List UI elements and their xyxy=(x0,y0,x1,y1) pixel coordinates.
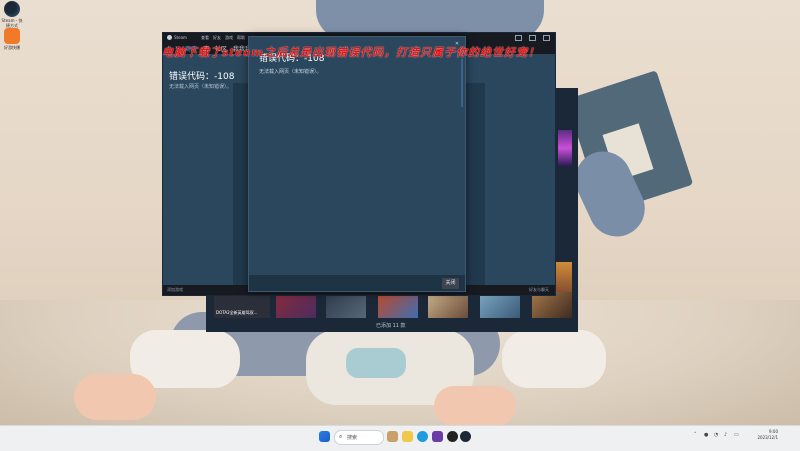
widgets-icon[interactable] xyxy=(387,431,398,442)
taskbar: ⌕ 搜索 ˄ ● ◔ ♪ ▭ 9:00 2023/12/1 xyxy=(0,425,800,451)
desktop-icon-steam[interactable]: Steam - 快捷方式 xyxy=(1,1,23,28)
close-button[interactable] xyxy=(543,35,550,41)
desktop-icon-label: Steam - 快捷方式 xyxy=(1,18,23,28)
search-icon: ⌕ xyxy=(339,433,343,440)
wallpaper-right-sleeve xyxy=(502,330,606,388)
store-footer-text: 已添加 11 款 xyxy=(376,323,406,329)
media-icon[interactable] xyxy=(447,431,458,442)
wifi-icon[interactable]: ◔ xyxy=(714,432,718,438)
search-input[interactable]: ⌕ 搜索 xyxy=(334,430,384,445)
store-tile-caption: DOTA2全新英雄驾驭... xyxy=(216,310,258,315)
tray-app-icon[interactable]: ● xyxy=(704,432,708,438)
menu-games[interactable]: 游戏 xyxy=(225,35,233,41)
close-button[interactable]: 关闭 xyxy=(442,278,459,289)
search-label: 搜索 xyxy=(347,435,358,441)
maximize-button[interactable] xyxy=(529,35,536,41)
steam-icon xyxy=(4,1,20,17)
dialog-message: 无法载入网页（未知错误）。 xyxy=(259,69,322,75)
friends-chat-button[interactable]: 好友与聊天 xyxy=(529,287,549,293)
featured-art xyxy=(558,130,572,166)
scrollbar[interactable] xyxy=(461,59,463,107)
desktop-icon-label: 好游快爆 xyxy=(4,45,20,50)
dialog-footer: 关闭 xyxy=(249,275,465,291)
chevron-up-icon[interactable]: ˄ xyxy=(694,432,697,438)
menu-friends[interactable]: 好友 xyxy=(213,35,221,41)
error-code-title: 错误代码：-108 xyxy=(169,72,235,82)
desktop-icon-app[interactable]: 好游快爆 xyxy=(1,28,23,50)
wallpaper-left-hand xyxy=(74,374,156,420)
battery-icon[interactable]: ▭ xyxy=(734,432,739,438)
wallpaper-collar xyxy=(346,348,406,378)
app-icon[interactable] xyxy=(432,431,443,442)
add-game-button[interactable]: 添加游戏 xyxy=(167,287,183,293)
minimize-button[interactable] xyxy=(515,35,522,41)
error-message: 无法载入网页（未知错误）。 xyxy=(169,84,232,90)
edge-browser-icon[interactable] xyxy=(417,431,428,442)
file-explorer-icon[interactable] xyxy=(402,431,413,442)
wallpaper-right-hand xyxy=(434,386,516,426)
error-dialog: ✕ 错误代码：-108 无法载入网页（未知错误）。 关闭 xyxy=(248,36,466,292)
overlay-banner-text: 电脑下载了steam之后总是出现错误代码，打造只属于你的绝世好宠！ xyxy=(162,46,541,59)
steam-icon[interactable] xyxy=(460,431,471,442)
menu-view[interactable]: 查看 xyxy=(201,35,209,41)
app-title: Steam xyxy=(174,35,187,40)
volume-icon[interactable]: ♪ xyxy=(724,432,727,438)
start-icon[interactable] xyxy=(319,431,330,442)
app-icon xyxy=(4,28,20,44)
clock[interactable]: 9:00 2023/12/1 xyxy=(752,429,778,441)
clock-date: 2023/12/1 xyxy=(757,435,778,440)
steam-logo-icon xyxy=(167,35,172,40)
menu-help[interactable]: 帮助 xyxy=(237,35,245,41)
